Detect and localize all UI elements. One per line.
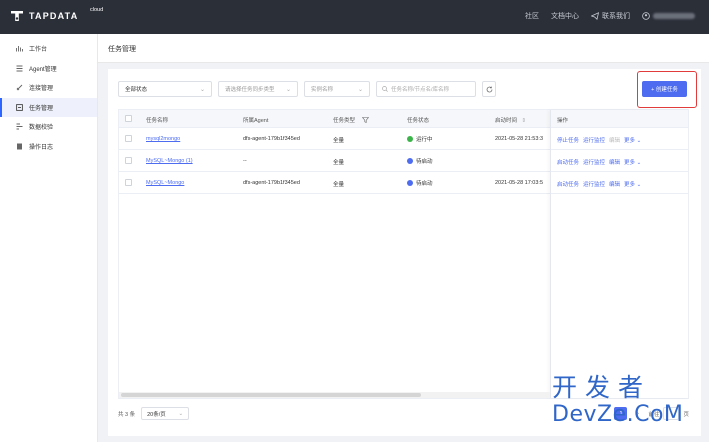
chevron-down-icon: ⌄ <box>285 86 291 93</box>
sidebar-item-tasks[interactable]: 任务管理 <box>0 97 97 117</box>
status-badge: 运行中 <box>407 135 433 143</box>
status-badge: 待启动 <box>407 179 433 187</box>
brand-suffix: cloud <box>90 7 104 13</box>
chevron-down-icon: ⌄ <box>199 86 205 93</box>
scrollbar-thumb[interactable] <box>121 393 421 397</box>
nav-community-link[interactable]: 社区 <box>525 11 539 21</box>
horizontal-scrollbar[interactable] <box>119 392 550 398</box>
sidebar-item-label: 操作日志 <box>29 144 54 151</box>
site-watermark: 开发者 DevZe.CoM <box>552 374 702 438</box>
task-table: 任务名称 所属Agent 任务类型 任务状态 启动时间 ⇕ 操作 mysql2m… <box>118 109 689 399</box>
pending-status-icon <box>407 158 413 164</box>
connection-icon <box>15 84 23 92</box>
page-size-select[interactable]: 20条/页 ⌄ <box>141 407 190 420</box>
status-filter-select[interactable]: 全部状态 ⌄ <box>118 81 212 97</box>
task-agent: dfs-agent-179b1f345ed <box>243 136 300 142</box>
watermark-en: DevZe.CoM <box>552 402 684 427</box>
brand-logo[interactable]: TAPDATA cloud <box>10 7 103 23</box>
status-badge: 待启动 <box>407 157 433 165</box>
task-name-link[interactable]: MySQL~Mongo (1) <box>146 158 193 164</box>
task-name-link[interactable]: MySQL~Mongo <box>146 180 184 186</box>
log-icon <box>15 142 23 150</box>
sidebar-item-label: 工作台 <box>29 47 48 54</box>
pending-status-icon <box>407 180 413 186</box>
sidebar-item-label: 数据校验 <box>29 125 54 132</box>
sidebar-item-label: 连接管理 <box>29 86 54 93</box>
row-checkbox[interactable] <box>125 135 132 142</box>
task-start-time: 2021-05-28 17:03:5 <box>495 180 544 186</box>
brand-name: TAPDATA <box>29 11 79 21</box>
filter-icon <box>361 117 369 123</box>
tapdata-logo-icon <box>10 9 24 23</box>
sidebar: 工作台 Agent管理 连接管理 任务管理 数据校验 操作日志 <box>0 34 98 442</box>
sidebar-item-label: 任务管理 <box>29 105 54 112</box>
total-count: 共 3 条 <box>118 411 136 418</box>
status-filter-value: 全部状态 <box>125 87 148 93</box>
chevron-down-icon: ⌄ <box>357 86 363 93</box>
refresh-button[interactable] <box>482 81 496 97</box>
fixed-actions-column <box>550 110 690 398</box>
chevron-down-icon: ⌄ <box>178 410 184 417</box>
search-placeholder: 任务名称/节点名/库名称 <box>391 87 450 93</box>
col-task-type-label: 任务类型 <box>333 118 356 124</box>
task-start-time: 2021-05-28 21:53:3 <box>495 136 544 142</box>
col-start-time[interactable]: 启动时间 ⇕ <box>495 116 526 124</box>
sidebar-item-verify[interactable]: 数据校验 <box>0 117 97 137</box>
instance-placeholder: 实例名称 <box>311 87 334 93</box>
col-task-type[interactable]: 任务类型 <box>333 116 369 124</box>
sidebar-item-label: Agent管理 <box>29 66 57 73</box>
col-task-name: 任务名称 <box>146 118 169 124</box>
top-nav: 社区 文档中心 联系我们 <box>525 11 695 21</box>
refresh-icon <box>486 86 492 92</box>
status-label: 待启动 <box>416 159 433 165</box>
status-label: 待启动 <box>416 181 433 187</box>
row-checkbox[interactable] <box>125 179 132 186</box>
verify-icon <box>15 123 23 131</box>
task-icon <box>15 103 23 111</box>
sidebar-item-connections[interactable]: 连接管理 <box>0 78 97 98</box>
status-label: 运行中 <box>416 137 433 143</box>
sort-icon: ⇕ <box>521 118 527 124</box>
page-header: 任务管理 <box>98 34 709 63</box>
nav-contact-link[interactable]: 联系我们 <box>591 11 630 21</box>
sidebar-item-agent[interactable]: Agent管理 <box>0 59 97 79</box>
task-agent: dfs-agent-179b1f345ed <box>243 180 300 186</box>
nav-docs-link[interactable]: 文档中心 <box>551 11 579 21</box>
sync-type-select[interactable]: 请选择任务同步类型 ⌄ <box>218 81 298 97</box>
select-all-checkbox[interactable] <box>125 115 132 122</box>
task-type: 全量 <box>333 160 345 166</box>
create-task-button[interactable]: + 创建任务 <box>642 81 687 97</box>
col-task-status: 任务状态 <box>407 118 430 124</box>
row-checkbox[interactable] <box>125 157 132 164</box>
task-type: 全量 <box>333 182 345 188</box>
search-input[interactable]: 任务名称/节点名/库名称 <box>376 81 476 97</box>
search-icon <box>382 86 388 92</box>
user-menu[interactable] <box>642 12 695 20</box>
user-avatar-icon <box>642 12 650 20</box>
task-agent: -- <box>243 158 247 164</box>
task-name-link[interactable]: mysql2mongo <box>146 136 180 142</box>
dashboard-icon <box>15 45 23 53</box>
page-size-value: 20条/页 <box>147 411 166 418</box>
page-title: 任务管理 <box>108 46 136 53</box>
send-icon <box>591 12 599 20</box>
agent-icon <box>15 64 23 72</box>
filter-bar: 全部状态 ⌄ 请选择任务同步类型 ⌄ 实例名称 ⌄ 任务名称/节点名/库名称 <box>118 81 496 97</box>
task-type: 全量 <box>333 138 345 144</box>
sidebar-item-logs[interactable]: 操作日志 <box>0 137 97 157</box>
user-name-blurred <box>653 13 695 19</box>
top-bar: TAPDATA cloud 社区 文档中心 联系我们 <box>0 0 709 34</box>
running-status-icon <box>407 136 413 142</box>
nav-contact-label: 联系我们 <box>602 13 630 20</box>
col-agent: 所属Agent <box>243 118 269 124</box>
col-start-time-label: 启动时间 <box>495 118 518 124</box>
table-footer: 共 3 条 20条/页 ⌄ <box>118 407 190 420</box>
instance-select[interactable]: 实例名称 ⌄ <box>304 81 370 97</box>
sidebar-item-workbench[interactable]: 工作台 <box>0 39 97 59</box>
watermark-cn: 开发者 <box>552 373 652 402</box>
sync-type-placeholder: 请选择任务同步类型 <box>225 87 275 93</box>
